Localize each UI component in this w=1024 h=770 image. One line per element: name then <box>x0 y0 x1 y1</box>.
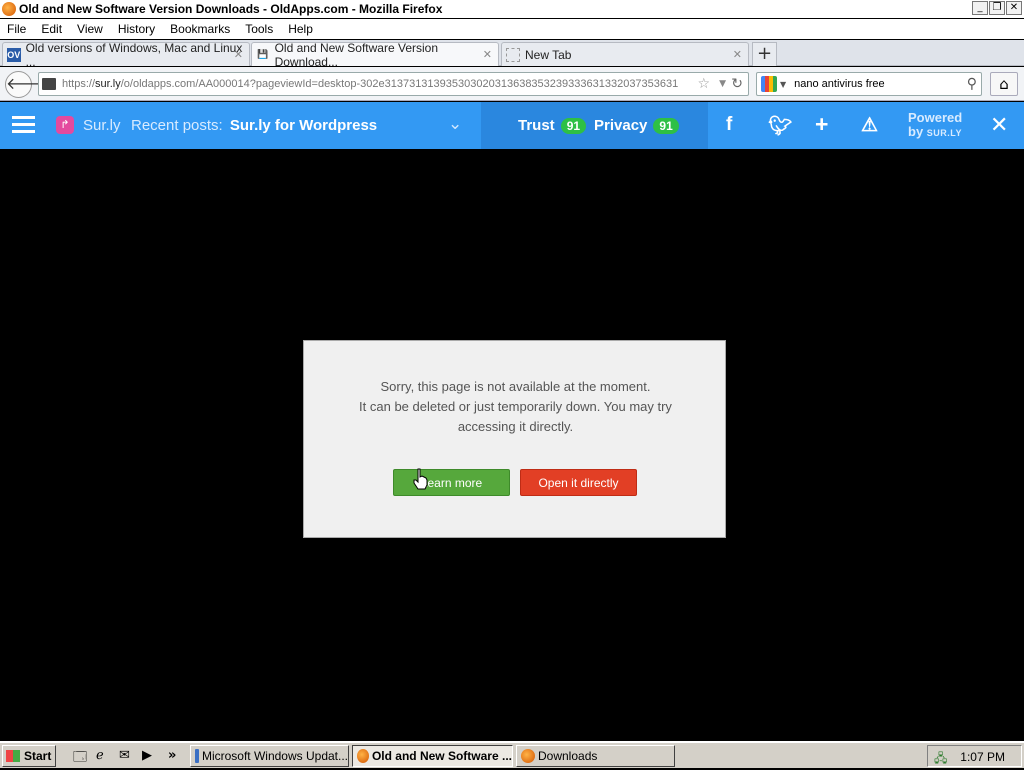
blank-page-icon <box>506 47 520 62</box>
surly-toolbar: ↱ Sur.ly Recent posts: Sur.ly for Wordpr… <box>0 102 1024 149</box>
minimize-button[interactable]: _ <box>972 1 988 15</box>
close-tab-icon[interactable]: ✕ <box>483 48 492 61</box>
facebook-icon[interactable]: f <box>726 114 732 136</box>
trust-badge: 91 <box>560 117 587 134</box>
menu-edit[interactable]: Edit <box>34 22 70 36</box>
restore-button[interactable]: ❐ <box>989 1 1005 15</box>
ie-window-icon <box>195 749 199 763</box>
tab-strip: OV Old versions of Windows, Mac and Linu… <box>0 40 1024 69</box>
unavailable-dialog: Sorry, this page is not available at the… <box>303 340 726 538</box>
internet-explorer-icon[interactable]: ℯ <box>96 748 104 763</box>
start-button[interactable]: Start <box>2 745 56 767</box>
twitter-icon[interactable]: 🐦︎ <box>768 114 792 138</box>
menu-bookmarks[interactable]: Bookmarks <box>163 22 238 36</box>
menu-file[interactable]: File <box>0 22 34 36</box>
tab-oldapps[interactable]: 💾 Old and New Software Version Download.… <box>251 40 499 69</box>
task-windows-update[interactable]: Microsoft Windows Updat... <box>190 745 349 767</box>
search-engine-dropdown-icon[interactable]: ▼ <box>780 80 786 89</box>
floppy-favicon-icon: 💾 <box>257 49 269 59</box>
dialog-message: Sorry, this page is not available at the… <box>359 379 672 434</box>
outlook-express-icon[interactable]: ✉ <box>119 748 130 763</box>
privacy-badge: 91 <box>653 117 679 134</box>
firefox-icon <box>521 749 535 763</box>
search-input[interactable] <box>794 78 955 90</box>
show-desktop-icon[interactable]: 🗔 <box>73 748 87 770</box>
powered-by-surly[interactable]: Powered by SUR.LY <box>908 111 962 140</box>
page-identity-icon <box>42 78 56 90</box>
tab-label: Old versions of Windows, Mac and Linux .… <box>25 40 243 69</box>
learn-more-button[interactable]: Learn more <box>393 469 510 496</box>
task-downloads[interactable]: Downloads <box>516 745 675 767</box>
window-titlebar: Old and New Software Version Downloads -… <box>0 0 1024 18</box>
clock[interactable]: 1:07 PM <box>960 750 1005 764</box>
window-controls: _ ❐ ✕ <box>972 1 1022 15</box>
surly-brand[interactable]: Sur.ly <box>83 117 121 134</box>
task-firefox-oldapps[interactable]: Old and New Software ... <box>352 745 513 767</box>
windows-flag-icon <box>6 750 20 762</box>
quicklaunch-overflow-icon[interactable]: » <box>168 748 176 763</box>
close-toolbar-icon[interactable]: ✕ <box>990 112 1008 138</box>
add-icon[interactable]: + <box>815 111 828 138</box>
recent-posts[interactable]: Recent posts: Sur.ly for Wordpress <box>131 117 377 134</box>
close-tab-icon[interactable]: ✕ <box>733 48 742 61</box>
new-tab-button[interactable]: + <box>752 42 777 66</box>
url-dropdown-icon[interactable]: ▼ <box>719 79 726 89</box>
oldversions-favicon-icon: OV <box>7 47 21 62</box>
search-box[interactable]: ▼ ⚲ <box>756 72 982 96</box>
hand-cursor-icon <box>413 468 428 490</box>
tab-label: New Tab <box>525 47 572 62</box>
privacy-score: Privacy 91 <box>594 117 679 134</box>
home-button[interactable]: ⌂ <box>990 72 1018 96</box>
tab-label: Old and New Software Version Download... <box>274 40 439 69</box>
close-tab-icon[interactable]: ✕ <box>234 48 243 61</box>
close-window-button[interactable]: ✕ <box>1006 1 1022 15</box>
menu-tools[interactable]: Tools <box>238 22 281 36</box>
surly-logo-icon: ↱ <box>56 116 74 134</box>
trust-privacy-panel: Trust 91 Privacy 91 <box>481 102 708 149</box>
reload-icon[interactable]: ↻ <box>731 76 743 92</box>
search-magnifier-icon[interactable]: ⚲ <box>967 76 977 92</box>
tab-newtab[interactable]: New Tab ✕ <box>501 42 749 66</box>
menu-view[interactable]: View <box>70 22 111 36</box>
menu-history[interactable]: History <box>111 22 163 36</box>
taskbar: Start 🗔 ℯ ✉ ▶ » Microsoft Windows Updat.… <box>0 741 1024 768</box>
url-text: https://sur.ly/o/oldapps.com/AA000014?pa… <box>62 78 679 90</box>
hamburger-menu-icon[interactable] <box>12 116 35 134</box>
warning-icon[interactable]: ⚠ <box>861 114 878 137</box>
navigation-bar: 🡐 https://sur.ly/o/oldapps.com/AA000014?… <box>0 67 1024 101</box>
media-player-icon[interactable]: ▶ <box>142 748 152 763</box>
open-directly-button[interactable]: Open it directly <box>520 469 637 496</box>
network-icon[interactable]: 🖧 <box>934 749 947 770</box>
url-bar[interactable]: https://sur.ly/o/oldapps.com/AA000014?pa… <box>38 72 749 96</box>
bookmark-star-icon[interactable]: ☆ <box>697 76 710 92</box>
system-tray: 🖧 1:07 PM <box>927 745 1022 767</box>
firefox-icon <box>357 749 369 763</box>
window-title: Old and New Software Version Downloads -… <box>19 2 443 16</box>
back-button[interactable]: 🡐 <box>5 71 49 98</box>
firefox-icon <box>2 2 16 16</box>
chevron-down-icon[interactable]: ⌄ <box>448 114 462 134</box>
google-search-engine-icon[interactable] <box>761 76 777 92</box>
recent-post-title: Sur.ly for Wordpress <box>229 117 378 134</box>
menu-bar: File Edit View History Bookmarks Tools H… <box>0 19 1024 39</box>
tab-oldversions[interactable]: OV Old versions of Windows, Mac and Linu… <box>2 40 250 69</box>
trust-score: Trust 91 <box>518 117 587 134</box>
menu-help[interactable]: Help <box>281 22 321 36</box>
